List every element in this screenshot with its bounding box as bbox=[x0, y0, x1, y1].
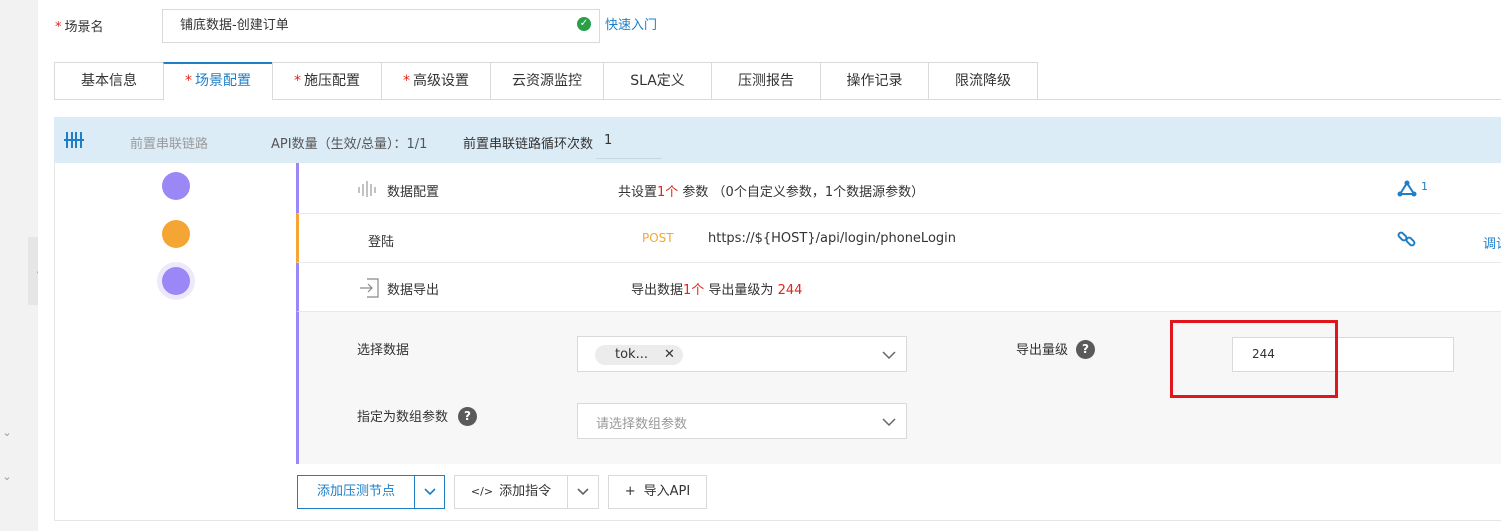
check-circle-icon: ✓ bbox=[577, 17, 591, 31]
node-dot-login[interactable] bbox=[162, 220, 190, 248]
array-param-dropdown[interactable]: 请选择数组参数 bbox=[577, 403, 907, 439]
chevron-down-icon[interactable]: ⌄ bbox=[0, 470, 14, 484]
add-node-dropdown-button[interactable] bbox=[414, 475, 445, 509]
tab-sla[interactable]: SLA定义 bbox=[603, 62, 711, 100]
array-param-placeholder: 请选择数组参数 bbox=[596, 417, 688, 432]
plus-icon: + bbox=[624, 484, 636, 499]
export-icon bbox=[360, 278, 379, 298]
node-dot-data-config[interactable] bbox=[162, 172, 190, 200]
scene-name-input[interactable]: 铺底数据-创建订单 bbox=[162, 9, 600, 43]
array-param-label: 指定为数组参数 bbox=[357, 410, 449, 425]
tab-basic-info[interactable]: 基本信息 bbox=[54, 62, 163, 100]
chevron-down-icon[interactable]: ⌄ bbox=[0, 426, 14, 440]
loop-count-label: 前置串联链路循环次数 bbox=[463, 137, 594, 152]
quick-start-link[interactable]: 快速入门 bbox=[605, 14, 657, 33]
api-url: https://${HOST}/api/login/phoneLogin bbox=[708, 231, 957, 246]
help-icon[interactable]: ? bbox=[1076, 340, 1095, 359]
add-instruction-button[interactable]: </> 添加指令 bbox=[454, 475, 568, 509]
node-name: 登陆 bbox=[368, 235, 395, 250]
select-data-dropdown[interactable]: tok... ✕ bbox=[577, 336, 907, 372]
chain-title: 前置串联链路 bbox=[130, 137, 209, 152]
data-export-summary: 导出数据1个 导出量级为 244 bbox=[631, 283, 803, 298]
tab-report[interactable]: 压测报告 bbox=[711, 62, 820, 100]
http-method-badge: POST bbox=[642, 231, 674, 245]
chevron-down-icon bbox=[423, 488, 436, 496]
code-icon: </> bbox=[470, 485, 494, 498]
node-dot-data-export[interactable] bbox=[157, 262, 195, 300]
loop-count-input[interactable]: 1 bbox=[596, 133, 662, 159]
required-mark: * bbox=[55, 20, 62, 35]
debug-link[interactable]: 调试 bbox=[1483, 233, 1501, 252]
select-data-label: 选择数据 bbox=[357, 343, 410, 358]
close-icon[interactable]: ✕ bbox=[664, 345, 675, 365]
node-name: 数据导出 bbox=[387, 283, 440, 298]
selected-tag: tok... ✕ bbox=[595, 345, 683, 365]
tab-cloud-monitor[interactable]: 云资源监控 bbox=[490, 62, 603, 100]
timeline-border bbox=[54, 163, 55, 521]
link-icon[interactable] bbox=[1397, 229, 1417, 249]
tab-bar: 基本信息 * 场景配置 * 施压配置 * 高级设置 云资源监控 SLA定义 压测报告 … bbox=[54, 62, 1038, 101]
data-config-summary: 共设置1个 参数 （0个自定义参数，1个数据源参数） bbox=[618, 185, 925, 200]
tab-operation-log[interactable]: 操作记录 bbox=[820, 62, 928, 100]
help-icon[interactable]: ? bbox=[458, 407, 477, 426]
tab-rate-limit[interactable]: 限流降级 bbox=[928, 62, 1038, 100]
data-config-icon bbox=[358, 181, 376, 197]
chain-link-icon bbox=[64, 132, 84, 148]
tab-advanced-settings[interactable]: * 高级设置 bbox=[381, 62, 490, 100]
export-level-label: 导出量级 bbox=[1016, 343, 1069, 358]
node-name: 数据配置 bbox=[387, 185, 440, 200]
add-instruction-dropdown-button[interactable] bbox=[567, 475, 599, 509]
chevron-down-icon bbox=[882, 351, 896, 360]
left-gutter bbox=[0, 0, 28, 531]
scene-name-label: * 场景名 bbox=[55, 20, 104, 35]
chevron-down-icon bbox=[882, 418, 896, 427]
chevron-down-icon bbox=[577, 488, 589, 496]
add-load-node-button[interactable]: 添加压测节点 bbox=[297, 475, 415, 509]
highlight-box bbox=[1170, 320, 1338, 398]
datasource-count-badge: 1 bbox=[1421, 180, 1428, 193]
datasource-link-icon[interactable] bbox=[1397, 180, 1417, 198]
api-count: API数量（生效/总量）：1/1 bbox=[271, 137, 428, 152]
node-row-data-export[interactable] bbox=[296, 263, 1501, 312]
panel-bottom-border bbox=[54, 520, 1501, 521]
tab-load-config[interactable]: * 施压配置 bbox=[272, 62, 381, 100]
tab-scene-config[interactable]: * 场景配置 bbox=[163, 62, 272, 101]
import-api-button[interactable]: + 导入API bbox=[608, 475, 707, 509]
